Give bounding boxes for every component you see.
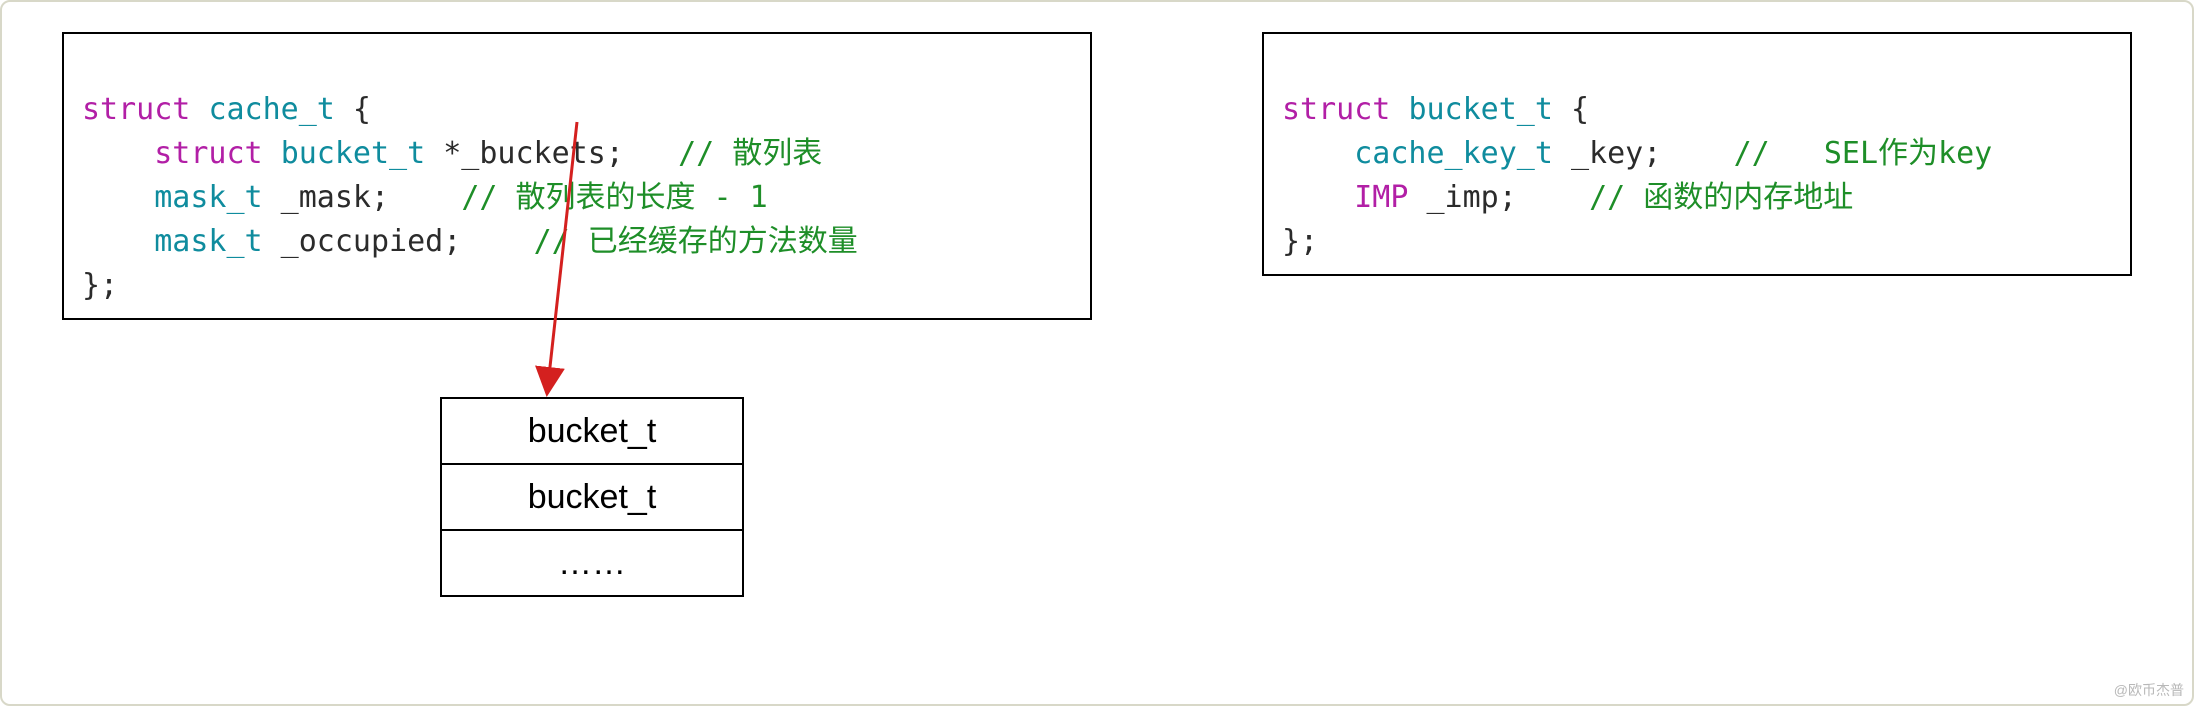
brace-close: }; — [82, 268, 118, 303]
field-mask: _mask; — [263, 180, 462, 215]
table-row: bucket_t — [442, 465, 742, 531]
comment-key: // SEL作为key — [1734, 136, 1993, 171]
field-imp: _imp; — [1408, 180, 1589, 215]
brace-open: { — [335, 92, 371, 127]
indent — [82, 180, 154, 215]
keyword-struct: struct — [1282, 92, 1390, 127]
indent — [1282, 136, 1354, 171]
indent — [1282, 180, 1354, 215]
comment-mask: // 散列表的长度 - 1 — [461, 180, 767, 215]
comment-imp: // 函数的内存地址 — [1589, 180, 1853, 215]
type-mask-t: mask_t — [154, 180, 262, 215]
indent — [82, 136, 154, 171]
diagram-canvas: struct cache_t { struct bucket_t *_bucke… — [0, 0, 2194, 706]
field-occupied: _occupied; — [263, 224, 534, 259]
table-row: …… — [442, 531, 742, 595]
cache-t-code-box: struct cache_t { struct bucket_t *_bucke… — [62, 32, 1092, 320]
bucket-array-table: bucket_t bucket_t …… — [440, 397, 744, 597]
field-buckets: *_buckets; — [425, 136, 678, 171]
field-key: _key; — [1553, 136, 1734, 171]
keyword-struct: struct — [154, 136, 262, 171]
watermark: @欧币杰普 — [2114, 680, 2184, 700]
bucket-t-code-box: struct bucket_t { cache_key_t _key; // S… — [1262, 32, 2132, 276]
type-cache-key-t: cache_key_t — [1354, 136, 1553, 171]
type-bucket-t: bucket_t — [281, 136, 426, 171]
indent — [82, 224, 154, 259]
type-cache-t: cache_t — [208, 92, 334, 127]
brace-close: }; — [1282, 224, 1318, 259]
comment-occupied: // 已经缓存的方法数量 — [534, 224, 858, 259]
type-mask-t: mask_t — [154, 224, 262, 259]
type-imp: IMP — [1354, 180, 1408, 215]
type-bucket-t: bucket_t — [1408, 92, 1553, 127]
brace-open: { — [1553, 92, 1589, 127]
keyword-struct: struct — [82, 92, 190, 127]
table-row: bucket_t — [442, 399, 742, 465]
comment-hash-table: // 散列表 — [678, 136, 822, 171]
